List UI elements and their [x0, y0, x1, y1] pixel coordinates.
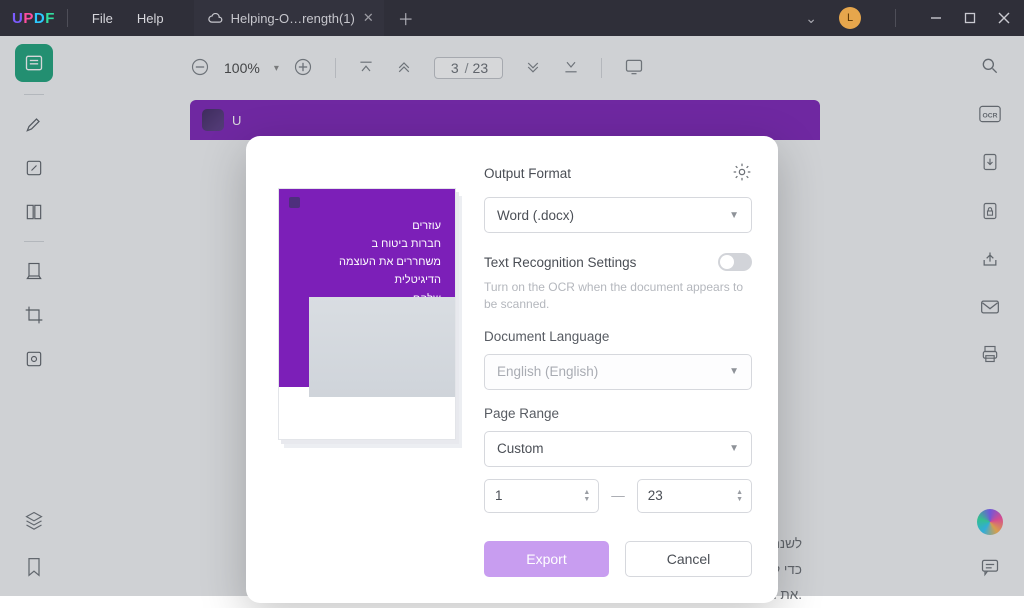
text-recognition-toggle[interactable]: [718, 253, 752, 271]
document-tab[interactable]: Helping-O…rength(1) ✕: [194, 0, 384, 36]
output-format-value: Word (.docx): [497, 208, 574, 223]
range-to-input[interactable]: 23 ▲▼: [637, 479, 752, 513]
stepper-buttons[interactable]: ▲▼: [583, 489, 590, 503]
output-format-label: Output Format: [484, 166, 571, 181]
page-range-label: Page Range: [484, 406, 752, 421]
thumb-line-3: משחררים את העוצמה הדיגיטלית: [293, 253, 441, 289]
page-thumbnail: עוזרים חברות ביטוח ב משחררים את העוצמה ה…: [278, 188, 456, 440]
dialog-form: Output Format Word (.docx) ▼ Text Recogn…: [484, 162, 752, 577]
output-format-header: Output Format: [484, 162, 752, 185]
settings-button[interactable]: [732, 162, 752, 185]
cloud-icon: [208, 13, 223, 24]
titlebar-right: ⌄ L: [805, 7, 1024, 29]
window-close-button[interactable]: [998, 12, 1010, 24]
page-range-inputs: 1 ▲▼ — 23 ▲▼: [484, 479, 752, 513]
divider: [67, 9, 68, 27]
document-language-value: English (English): [497, 364, 598, 379]
cancel-button[interactable]: Cancel: [625, 541, 752, 577]
avatar[interactable]: L: [839, 7, 861, 29]
menu-file[interactable]: File: [80, 11, 125, 26]
document-language-label: Document Language: [484, 329, 752, 344]
text-recognition-hint: Turn on the OCR when the document appear…: [484, 279, 752, 313]
range-to-value: 23: [648, 488, 663, 503]
titlebar: UPDF File Help Helping-O…rength(1) ✕ ＋ ⌄…: [0, 0, 1024, 36]
chevron-down-icon: ▼: [729, 366, 739, 377]
document-language-select[interactable]: English (English) ▼: [484, 354, 752, 390]
text-recognition-label: Text Recognition Settings: [484, 255, 636, 270]
range-dash: —: [611, 488, 625, 503]
new-tab-button[interactable]: ＋: [398, 6, 414, 30]
gear-icon: [732, 162, 752, 182]
range-from-input[interactable]: 1 ▲▼: [484, 479, 599, 513]
divider: [895, 9, 896, 27]
window-maximize-button[interactable]: [964, 12, 976, 24]
tab-title: Helping-O…rength(1): [231, 11, 355, 26]
menu-help[interactable]: Help: [125, 11, 176, 26]
main-frame: OCR 100% ▾ 3 / 23: [0, 36, 1024, 596]
dialog-buttons: Export Cancel: [484, 541, 752, 577]
tab-close-icon[interactable]: ✕: [363, 10, 374, 26]
export-dialog: עוזרים חברות ביטוח ב משחררים את העוצמה ה…: [246, 136, 778, 603]
text-recognition-row: Text Recognition Settings: [484, 253, 752, 271]
range-from-value: 1: [495, 488, 503, 503]
tabs-chevron-icon[interactable]: ⌄: [805, 10, 817, 27]
thumb-logo: [289, 197, 300, 208]
page-range-value: Custom: [497, 441, 544, 456]
thumb-line-1: עוזרים: [293, 217, 441, 235]
export-button[interactable]: Export: [484, 541, 609, 577]
window-minimize-button[interactable]: [930, 12, 942, 24]
thumb-line-2: חברות ביטוח ב: [293, 235, 441, 253]
thumb-photo: [309, 297, 455, 397]
output-format-select[interactable]: Word (.docx) ▼: [484, 197, 752, 233]
chevron-down-icon: ▼: [729, 210, 739, 221]
dialog-preview: עוזרים חברות ביטוח ב משחררים את העוצמה ה…: [272, 162, 462, 577]
page-range-select[interactable]: Custom ▼: [484, 431, 752, 467]
app-logo: UPDF: [12, 10, 55, 27]
stepper-buttons[interactable]: ▲▼: [736, 489, 743, 503]
chevron-down-icon: ▼: [729, 443, 739, 454]
